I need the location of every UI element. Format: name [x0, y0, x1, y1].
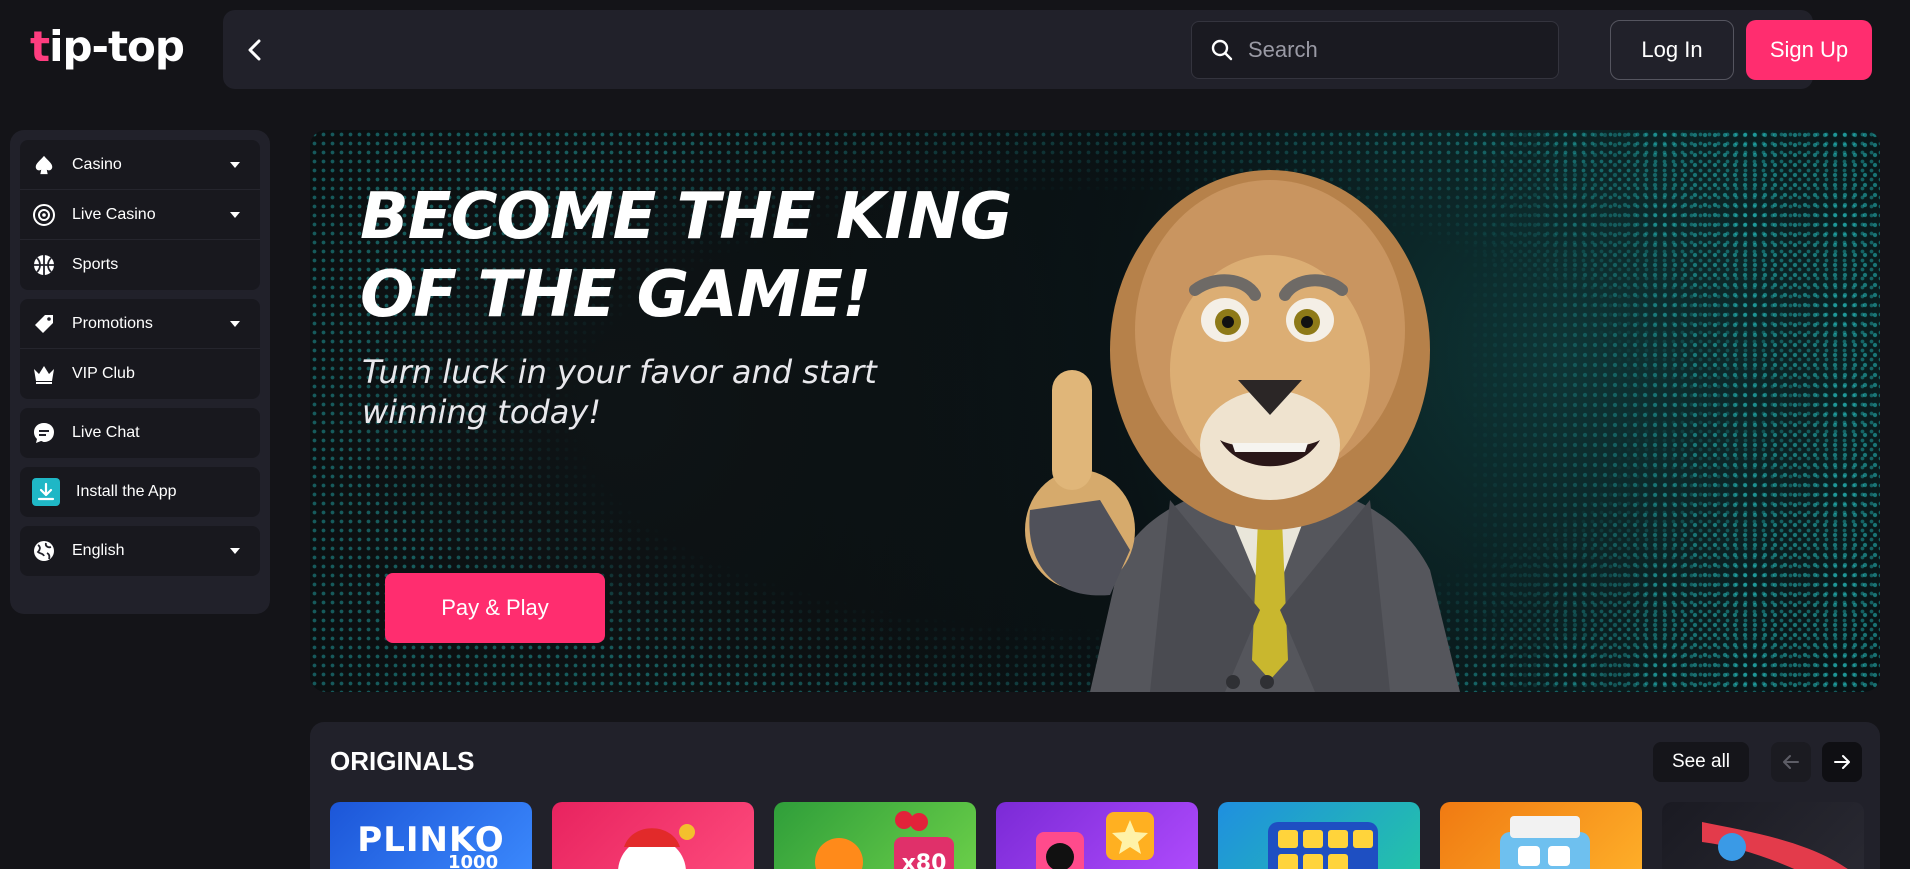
site-logo[interactable]: tip-top: [30, 22, 185, 72]
chip-icon: [32, 203, 56, 227]
arrow-left-icon: [1783, 755, 1799, 769]
game-tile[interactable]: [1440, 802, 1642, 869]
sidebar-group-language: English: [20, 526, 260, 576]
sidebar-item-live-chat[interactable]: Live Chat: [20, 408, 260, 458]
chevron-left-icon: [248, 39, 261, 61]
search-box[interactable]: [1191, 21, 1559, 79]
aviator-game-art: [1702, 822, 1848, 869]
sidebar-item-live-casino[interactable]: Live Casino: [20, 190, 260, 240]
carousel-next-button[interactable]: [1822, 742, 1862, 782]
sidebar-group-chat: Live Chat: [20, 408, 260, 458]
sidebar-group-app: Install the App: [20, 467, 260, 517]
sidebar-item-sports[interactable]: Sports: [20, 240, 260, 290]
back-button[interactable]: [237, 32, 273, 68]
sidebar-item-label: English: [72, 542, 125, 559]
game-tile[interactable]: x80: [774, 802, 976, 869]
hero-banner[interactable]: BECOME THE KING OF THE GAME! Turn luck i…: [310, 130, 1880, 692]
basketball-icon: [32, 253, 56, 277]
search-input[interactable]: [1248, 37, 1538, 63]
sidebar-item-label: VIP Club: [72, 365, 135, 382]
hero-subtitle: Turn luck in your favor and start winnin…: [362, 353, 877, 431]
originals-section: ORIGINALS See all PLINKO 1000 x80: [310, 722, 1880, 869]
arrow-right-icon: [1834, 755, 1850, 769]
game-tile-title: PLINKO: [357, 820, 505, 860]
chevron-down-icon: [230, 321, 240, 327]
carousel-prev-button[interactable]: [1771, 742, 1811, 782]
section-title: ORIGINALS: [330, 746, 475, 776]
chevron-down-icon: [230, 548, 240, 554]
mines-game-art: [1036, 812, 1154, 869]
game-tile-plinko[interactable]: PLINKO 1000: [330, 802, 532, 869]
sidebar-item-language[interactable]: English: [20, 526, 260, 576]
sidebar-item-promotions[interactable]: Promotions: [20, 299, 260, 349]
sidebar-item-label: Live Casino: [72, 205, 156, 223]
pay-and-play-button[interactable]: Pay & Play: [385, 573, 605, 643]
search-icon: [1211, 39, 1233, 61]
game-tile-subtitle: 1000: [448, 852, 499, 869]
sidebar-group-games: Casino Live Casino Sports: [20, 140, 260, 290]
fruit-game-art: x80: [815, 811, 954, 869]
spade-icon: [32, 153, 56, 177]
tower-game-art: [1500, 816, 1590, 869]
download-icon: [32, 478, 60, 506]
sidebar-item-casino[interactable]: Casino: [20, 140, 260, 190]
sidebar-group-promos: Promotions VIP Club: [20, 299, 260, 399]
game-tile[interactable]: [1662, 802, 1864, 869]
chicken-game-art: [618, 824, 695, 869]
game-tiles-row: PLINKO 1000 x80: [330, 802, 1864, 869]
sidebar-item-label: Promotions: [72, 314, 153, 332]
game-tile-subtitle: x80: [902, 851, 947, 869]
keno-game-art: [1268, 822, 1378, 869]
sidebar-item-install-app[interactable]: Install the App: [20, 467, 260, 517]
lion-mascot-image: [1025, 170, 1460, 692]
sidebar-item-vip-club[interactable]: VIP Club: [20, 349, 260, 399]
sidebar-item-label: Install the App: [76, 483, 177, 500]
login-button[interactable]: Log In: [1610, 20, 1734, 80]
crown-icon: [32, 362, 56, 386]
game-tile[interactable]: [552, 802, 754, 869]
game-tile[interactable]: [996, 802, 1198, 869]
chevron-down-icon: [230, 212, 240, 218]
see-all-button[interactable]: See all: [1653, 742, 1749, 782]
sidebar-item-label: Live Chat: [72, 424, 140, 441]
hero-dot-pattern-right: [1460, 130, 1880, 692]
signup-button[interactable]: Sign Up: [1746, 20, 1872, 80]
chat-icon: [32, 421, 56, 445]
top-bar: Log In Sign Up: [223, 10, 1872, 89]
sidebar: Casino Live Casino Sports Promotions VIP…: [10, 130, 270, 614]
tag-icon: [32, 312, 56, 336]
sidebar-item-label: Sports: [72, 256, 119, 273]
sidebar-item-label: Casino: [72, 155, 122, 173]
game-tile[interactable]: [1218, 802, 1420, 869]
globe-icon: [32, 539, 56, 563]
chevron-down-icon: [230, 162, 240, 168]
